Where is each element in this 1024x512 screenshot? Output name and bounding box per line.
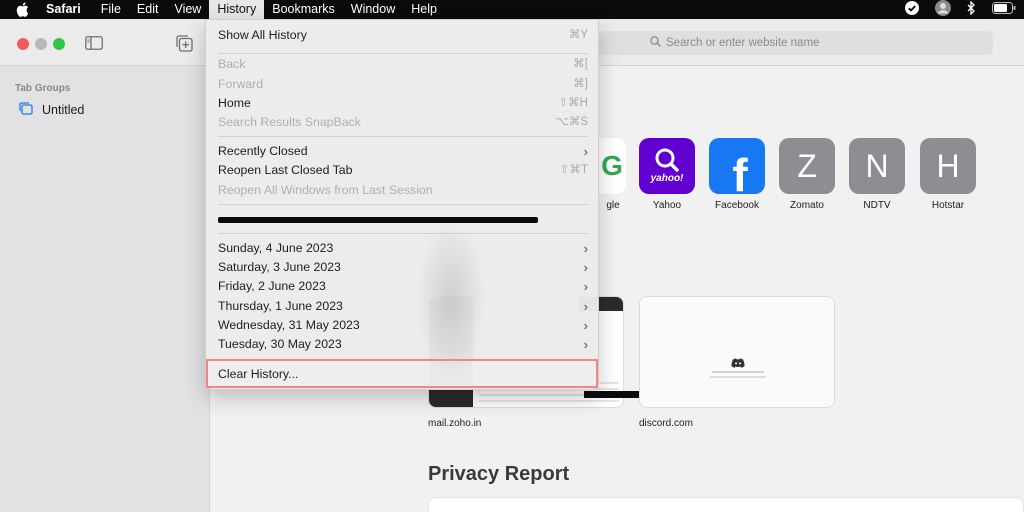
redacted-history-entry[interactable]	[218, 217, 538, 223]
menu-item-home[interactable]: Home ⇧⌘H	[218, 94, 588, 113]
menu-item-show-all-history[interactable]: Show All History ⌘Y	[218, 26, 588, 45]
zoom-window-button[interactable]	[53, 38, 65, 50]
apple-menu-icon[interactable]	[0, 2, 44, 17]
new-tab-group-icon[interactable]	[176, 35, 193, 57]
checkmark-status-icon[interactable]	[905, 1, 919, 18]
sidebar-item-label: Untitled	[42, 103, 85, 117]
menu-separator	[218, 233, 588, 234]
sidebar-toggle-icon[interactable]	[85, 36, 103, 55]
menu-item-date-4[interactable]: Thursday, 1 June 2023 ›	[218, 297, 588, 316]
menu-item-date-3[interactable]: Friday, 2 June 2023 ›	[218, 277, 588, 296]
address-bar[interactable]: Search or enter website name	[598, 31, 993, 55]
tab-group-icon	[19, 102, 33, 118]
battery-icon[interactable]	[992, 2, 1016, 17]
menu-app-safari[interactable]: Safari	[44, 0, 93, 19]
menu-file[interactable]: File	[93, 0, 129, 19]
shortcut-text: ⌥⌘S	[555, 116, 588, 128]
thumbnail-text-line	[710, 376, 766, 378]
zomato-letter-icon: Z	[779, 138, 835, 194]
menu-bar: Safari File Edit View History Bookmarks …	[0, 0, 1024, 19]
favorite-hotstar[interactable]: H Hotstar	[920, 138, 976, 211]
menu-separator	[218, 136, 588, 137]
shortcut-text: ⇧⌘T	[559, 164, 588, 176]
favorite-yahoo[interactable]: yahoo! Yahoo	[639, 138, 695, 211]
menu-window[interactable]: Window	[343, 0, 403, 19]
thumbnail-label-discord: discord.com	[639, 418, 693, 429]
chevron-right-icon: ›	[583, 241, 588, 256]
favorite-zomato[interactable]: Z Zomato	[779, 138, 835, 211]
shortcut-text: ⌘]	[573, 78, 588, 90]
menu-view[interactable]: View	[166, 0, 209, 19]
menu-item-forward[interactable]: Forward ⌘]	[218, 75, 588, 94]
privacy-report-title: Privacy Report	[428, 463, 570, 485]
menu-item-back[interactable]: Back ⌘[	[218, 55, 588, 74]
thumbnail-label-zoho: mail.zoho.in	[428, 418, 482, 429]
yahoo-logo-icon: yahoo!	[639, 138, 695, 194]
chevron-right-icon: ›	[583, 144, 588, 159]
shortcut-text: ⌘Y	[568, 29, 588, 41]
hotstar-letter-icon: H	[920, 138, 976, 194]
ndtv-letter-icon: N	[849, 138, 905, 194]
thumbnail-discord[interactable]	[639, 296, 835, 408]
menu-item-search-results-snapback[interactable]: Search Results SnapBack ⌥⌘S	[218, 113, 588, 132]
user-avatar-icon[interactable]	[935, 0, 951, 19]
blur-artifact	[416, 220, 486, 380]
address-placeholder: Search or enter website name	[666, 37, 820, 49]
chevron-right-icon: ›	[583, 279, 588, 294]
search-icon	[650, 36, 661, 50]
favorite-ndtv[interactable]: N NDTV	[849, 138, 905, 211]
favorite-label: Yahoo	[652, 200, 682, 211]
close-window-button[interactable]	[17, 38, 29, 50]
menu-item-reopen-last-closed-tab[interactable]: Reopen Last Closed Tab ⇧⌘T	[218, 161, 588, 180]
shortcut-text: ⌘[	[573, 58, 588, 70]
menu-item-date-6[interactable]: Tuesday, 30 May 2023 ›	[218, 335, 588, 354]
menu-history[interactable]: History	[209, 0, 265, 19]
menu-edit[interactable]: Edit	[129, 0, 167, 19]
menu-separator	[218, 204, 588, 205]
favorite-label: NDTV	[863, 200, 891, 211]
menu-item-date-1[interactable]: Sunday, 4 June 2023 ›	[218, 239, 588, 258]
favorite-label: Hotstar	[931, 200, 965, 211]
menu-item-recently-closed[interactable]: Recently Closed ›	[218, 142, 588, 161]
favorite-facebook[interactable]: f Facebook	[709, 138, 765, 211]
menu-item-date-5[interactable]: Wednesday, 31 May 2023 ›	[218, 316, 588, 335]
privacy-report-card[interactable]	[428, 497, 1024, 512]
facebook-logo-icon: f	[709, 138, 765, 194]
status-icons	[905, 0, 1016, 19]
thumbnail-text-line	[712, 371, 764, 373]
menu-help[interactable]: Help	[403, 0, 445, 19]
chevron-right-icon: ›	[583, 260, 588, 275]
shortcut-text: ⇧⌘H	[558, 97, 588, 109]
sidebar: Tab Groups Untitled	[0, 66, 210, 512]
favorite-label: Zomato	[790, 200, 824, 211]
chevron-right-icon: ›	[583, 337, 588, 352]
menu-item-date-2[interactable]: Saturday, 3 June 2023 ›	[218, 258, 588, 277]
chevron-right-icon: ›	[583, 299, 588, 314]
chevron-right-icon: ›	[583, 318, 588, 333]
menu-separator	[218, 53, 588, 54]
tab-groups-header: Tab Groups	[15, 83, 71, 94]
menu-item-reopen-all-windows[interactable]: Reopen All Windows from Last Session	[218, 181, 588, 200]
favorite-label: Facebook	[715, 200, 759, 211]
history-menu: Show All History ⌘Y Back ⌘[ Forward ⌘] H…	[205, 19, 599, 390]
minimize-window-button[interactable]	[35, 38, 47, 50]
menu-item-clear-history[interactable]: Clear History...	[218, 365, 588, 384]
sidebar-item-untitled[interactable]: Untitled	[19, 102, 84, 118]
bluetooth-icon[interactable]	[967, 0, 976, 18]
menu-bookmarks[interactable]: Bookmarks	[264, 0, 343, 19]
